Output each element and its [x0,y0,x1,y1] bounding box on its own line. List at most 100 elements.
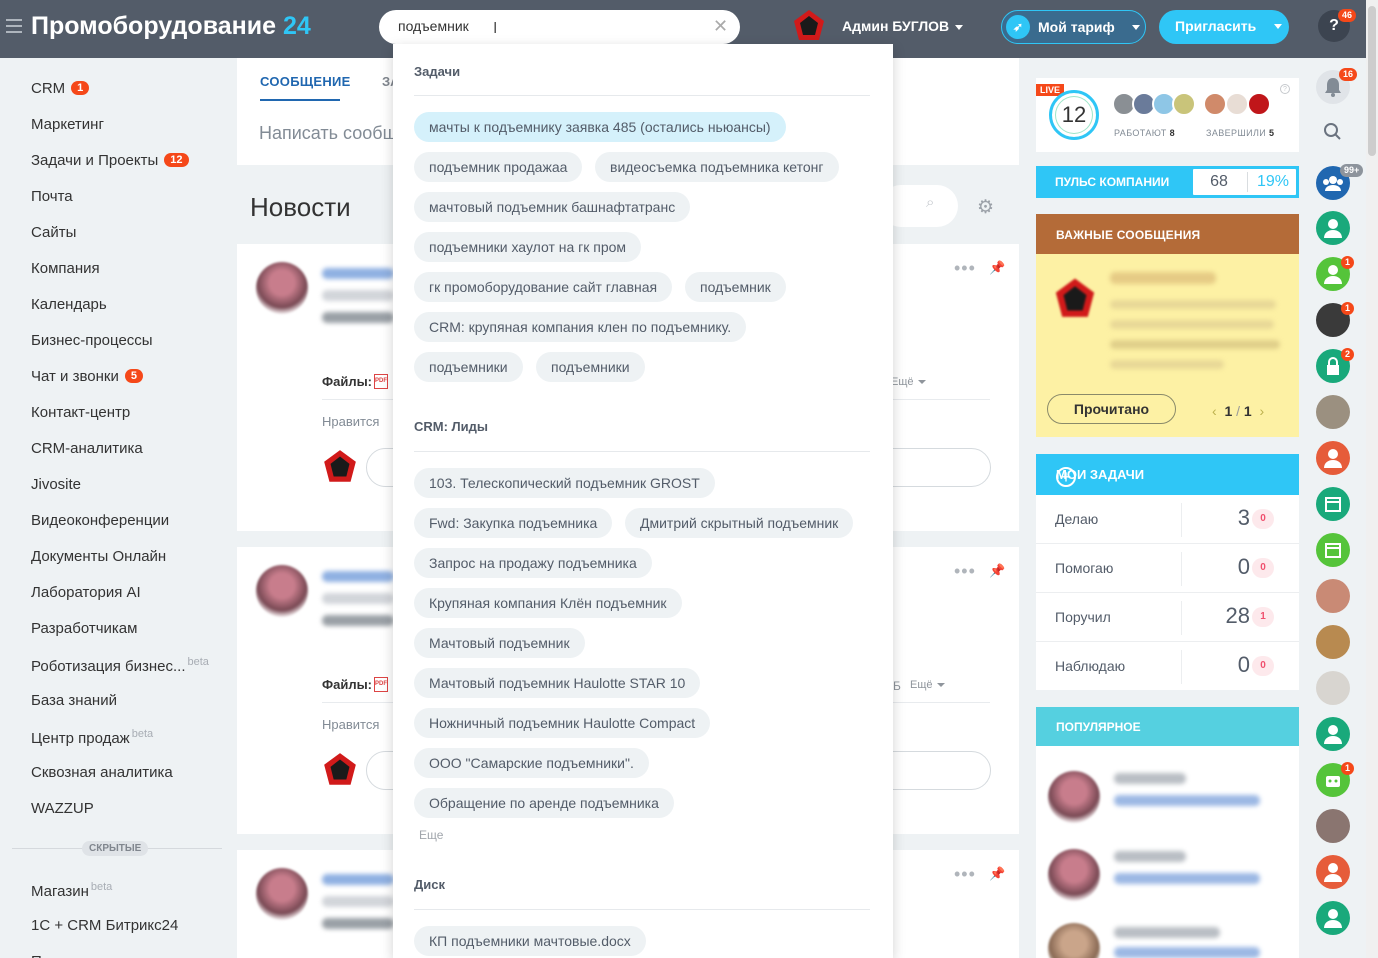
menu-item-sites[interactable]: Сайты [31,224,76,241]
user-photo-avatar[interactable] [1316,671,1350,705]
search-result-lead[interactable]: Запрос на продажу подъемника [414,548,652,578]
author-name-blurred[interactable] [322,874,394,885]
user-photo-avatar[interactable] [1316,809,1350,843]
pin-icon[interactable]: 📌 [989,866,1005,882]
menu-item-robotization[interactable]: Роботизация бизнес... beta [31,656,209,675]
popular-title-blurred[interactable] [1114,947,1260,958]
menu-item-mail[interactable]: Почта [31,188,73,205]
search-result-lead[interactable]: Дмитрий скрытный подъемник [625,508,854,538]
mark-read-button[interactable]: Прочитано [1047,394,1176,424]
menu-item-knowledge[interactable]: База знаний [31,692,117,709]
search-result-task[interactable]: мачты к подъемнику заявка 485 (остались … [414,112,786,142]
search-result-file[interactable]: КП подъемники мачтовые.docx [414,926,646,956]
gear-icon[interactable]: ⚙ [977,196,994,219]
author-avatar[interactable] [256,868,308,920]
post-menu-icon[interactable]: ••• [954,864,976,885]
menu-item-sales-center[interactable]: Центр продаж beta [31,728,153,747]
task-row-helping[interactable]: Помогаю 0 0 [1036,544,1299,592]
calendar-icon[interactable] [1316,487,1350,521]
search-result-lead[interactable]: 103. Телескопический подъемник GROST [414,468,715,498]
pin-icon[interactable]: 📌 [989,563,1005,579]
menu-item-1c[interactable]: 1С + CRM Битрикс24 [31,917,178,934]
task-row-assigned[interactable]: Поручил 28 1 [1036,593,1299,641]
user-photo-avatar[interactable] [1316,395,1350,429]
popular-author-blurred[interactable] [1114,927,1220,938]
menu-item-tasks[interactable]: Задачи и Проекты 12 [31,152,189,169]
task-row-doing[interactable]: Делаю 3 0 [1036,495,1299,543]
search-result-task[interactable]: подъемники [414,352,523,382]
menu-item-analytics[interactable]: Сквозная аналитика [31,764,173,781]
search-result-lead[interactable]: Мачтовый подъемник [414,628,585,658]
menu-item-contact-center[interactable]: Контакт-центр [31,404,130,421]
pdf-icon[interactable]: PDF [374,677,388,692]
author-name-blurred[interactable] [322,268,394,279]
menu-item-shop[interactable]: Магазин beta [31,881,112,900]
task-row-watching[interactable]: Наблюдаю 0 0 [1036,642,1299,690]
search-result-task[interactable]: гк промоборудование сайт главная [414,272,673,302]
tab-message[interactable]: СООБЩЕНИЕ [260,74,351,89]
more-leads-link[interactable]: Еще [419,828,443,842]
user-avatar-icon[interactable] [1316,717,1350,751]
search-result-task[interactable]: подъемники хаулот на гк пром [414,232,642,262]
like-button[interactable]: Нравится [322,717,379,732]
search-result-lead[interactable]: Обращение по аренде подъемника [414,788,674,818]
popular-author-blurred[interactable] [1114,851,1186,862]
search-box[interactable]: I ✕ [379,10,740,44]
search-result-task[interactable]: мачтовый подъемник башнафтатранс [414,192,691,222]
pin-icon[interactable]: 📌 [989,260,1005,276]
menu-item-docs[interactable]: Документы Онлайн [31,548,166,565]
user-photo-avatar[interactable] [1316,625,1350,659]
menu-item-company[interactable]: Компания [31,260,100,277]
menu-item-developers[interactable]: Разработчикам [31,620,137,637]
search-result-lead[interactable]: ООО "Самарские подъемники". [414,748,649,778]
user-avatar-icon[interactable] [1316,441,1350,475]
menu-item-jivosite[interactable]: Jivosite [31,476,81,493]
hidden-section-label[interactable]: СКРЫТЫЕ [82,841,149,856]
menu-item-crm[interactable]: CRM 1 [31,80,90,97]
search-result-task[interactable]: подъемник [685,272,786,302]
portal-brand[interactable]: Промоборудование 24 [31,12,311,41]
pdf-icon[interactable]: PDF [374,374,388,389]
user-avatar-icon[interactable] [791,8,827,44]
menu-item-calendar[interactable]: Календарь [31,296,107,313]
menu-item-cut[interactable]: П [31,953,42,958]
menu-item-ai-lab[interactable]: Лаборатория AI [31,584,141,601]
search-icon[interactable] [1316,115,1350,149]
user-avatar-icon[interactable] [1316,855,1350,889]
popular-author-blurred[interactable] [1114,773,1186,784]
search-result-task[interactable]: подъемники [536,352,645,382]
user-avatar-icon[interactable] [1316,901,1350,935]
author-avatar[interactable] [256,262,308,314]
search-result-task[interactable]: подъемник продажаа [414,152,583,182]
search-result-lead[interactable]: Ножничный подъемник Haulotte Compact [414,708,711,738]
post-menu-icon[interactable]: ••• [954,258,976,279]
live-widget[interactable]: LIVE 12 РАБОТАЮТ 8 ЗАВЕРШИЛИ 5 ? [1036,78,1299,152]
menu-item-wazzup[interactable]: WAZZUP [31,800,94,817]
invite-button[interactable]: Пригласить [1159,10,1289,44]
menu-item-bizproc[interactable]: Бизнес-процессы [31,332,153,349]
my-tariff-button[interactable]: ➶ Мой тариф [1001,10,1146,44]
menu-item-crm-analytics[interactable]: CRM-аналитика [31,440,143,457]
more-files-link[interactable]: Ещё [910,679,945,691]
user-menu[interactable]: Админ БУГЛОВ [842,18,964,34]
popular-author-avatar[interactable] [1048,849,1100,901]
author-avatar[interactable] [256,565,308,617]
scrollbar-thumb[interactable] [1368,6,1376,156]
menu-item-marketing[interactable]: Маркетинг [31,116,104,133]
calendar-icon[interactable] [1316,533,1350,567]
popular-title-blurred[interactable] [1114,873,1260,884]
chevron-left-icon[interactable]: ‹ [1212,403,1217,419]
popular-title-blurred[interactable] [1114,795,1260,806]
menu-burger-icon[interactable] [6,19,22,37]
chevron-right-icon[interactable]: › [1260,403,1265,419]
like-button[interactable]: Нравится [322,414,379,429]
clear-search-icon[interactable]: ✕ [713,16,728,37]
popular-author-avatar[interactable] [1048,771,1100,823]
menu-item-video[interactable]: Видеоконференции [31,512,169,529]
search-result-task[interactable]: видеосъемка подъемника кетонг [595,152,839,182]
author-name-blurred[interactable] [322,571,394,582]
add-task-icon[interactable]: + [1056,467,1076,487]
company-pulse[interactable]: ПУЛЬС КОМПАНИИ 68 19% [1036,166,1299,198]
more-files-link[interactable]: Ещё [891,376,926,388]
search-input[interactable] [398,18,698,34]
